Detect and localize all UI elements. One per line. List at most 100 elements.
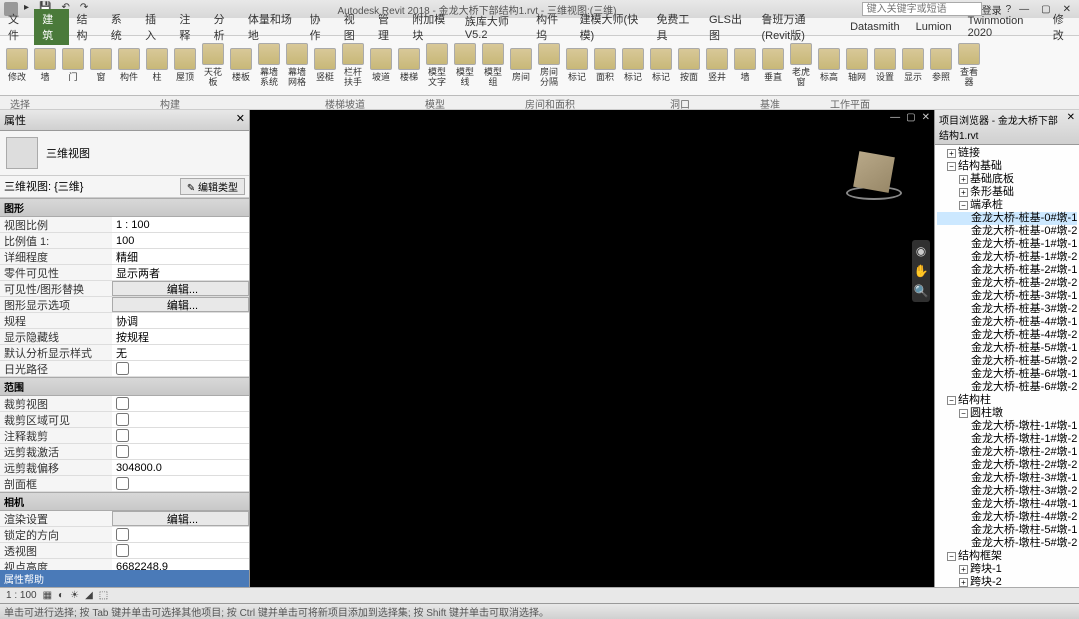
tree-node[interactable]: +链接	[937, 147, 1077, 160]
tree-node[interactable]: 金龙大桥-桩基-3#墩-2	[937, 303, 1077, 316]
prop-value[interactable]: 6682248.9	[112, 559, 249, 570]
view-scale[interactable]: 1 : 100	[6, 590, 37, 601]
prop-checkbox[interactable]	[116, 544, 129, 557]
ribbon-btn-1[interactable]: 墙	[32, 38, 58, 92]
tree-node[interactable]: 金龙大桥-桩基-5#墩-2	[937, 355, 1077, 368]
tree-node[interactable]: +条形基础	[937, 186, 1077, 199]
ribbon-btn-24[interactable]: 按面	[676, 38, 702, 92]
tree-node[interactable]: 金龙大桥-桩基-2#墩-2	[937, 277, 1077, 290]
tree-node[interactable]: 金龙大桥-桩基-1#墩-2	[937, 251, 1077, 264]
shadows-icon[interactable]: ◢	[85, 590, 93, 601]
prop-value[interactable]: 显示两者	[112, 265, 249, 280]
ribbon-btn-20[interactable]: 标记	[564, 38, 590, 92]
prop-value[interactable]	[112, 527, 249, 542]
prop-checkbox[interactable]	[116, 362, 129, 375]
tree-node[interactable]: 金龙大桥-桩基-3#墩-1	[937, 290, 1077, 303]
tab-21[interactable]: 修改	[1045, 9, 1079, 45]
ribbon-btn-26[interactable]: 墙	[732, 38, 758, 92]
tree-node[interactable]: −端承桩	[937, 199, 1077, 212]
ribbon-btn-34[interactable]: 查看器	[956, 38, 982, 92]
ribbon-btn-13[interactable]: 坡道	[368, 38, 394, 92]
tree-node[interactable]: 金龙大桥-桩基-6#墩-2	[937, 381, 1077, 394]
nav-pan-icon[interactable]: ✋	[914, 264, 929, 278]
ribbon-btn-0[interactable]: 修改	[4, 38, 30, 92]
viewcube[interactable]	[844, 150, 904, 210]
tree-node[interactable]: 金龙大桥-桩基-6#墩-1	[937, 368, 1077, 381]
tree-node[interactable]: 金龙大桥-墩柱-5#墩-1	[937, 524, 1077, 537]
tree-node[interactable]: 金龙大桥-墩柱-2#墩-1	[937, 446, 1077, 459]
nav-zoom-icon[interactable]: 🔍	[914, 284, 929, 298]
ribbon-btn-3[interactable]: 窗	[88, 38, 114, 92]
prop-value[interactable]: 编辑...	[112, 281, 249, 296]
tree-node[interactable]: −圆柱墩	[937, 407, 1077, 420]
tree-node[interactable]: −结构柱	[937, 394, 1077, 407]
tree-node[interactable]: +基础底板	[937, 173, 1077, 186]
ribbon-btn-22[interactable]: 标记	[620, 38, 646, 92]
ribbon-btn-27[interactable]: 垂直	[760, 38, 786, 92]
tree-toggle-icon[interactable]: −	[959, 201, 968, 210]
viewport-maximize-icon[interactable]: ▢	[904, 112, 917, 123]
properties-help[interactable]: 属性帮助	[0, 570, 249, 587]
prop-checkbox[interactable]	[116, 429, 129, 442]
prop-value[interactable]	[112, 412, 249, 427]
edit-type-button[interactable]: ✎ 编辑类型	[180, 178, 245, 195]
tree-toggle-icon[interactable]: +	[959, 578, 968, 587]
tree-node[interactable]: −结构框架	[937, 550, 1077, 563]
prop-value[interactable]	[112, 428, 249, 443]
ribbon-btn-25[interactable]: 竖井	[704, 38, 730, 92]
ribbon-btn-6[interactable]: 屋顶	[172, 38, 198, 92]
tree-node[interactable]: 金龙大桥-墩柱-1#墩-2	[937, 433, 1077, 446]
ribbon-btn-23[interactable]: 标记	[648, 38, 674, 92]
prop-value[interactable]	[112, 476, 249, 491]
ribbon-btn-17[interactable]: 模型组	[480, 38, 506, 92]
tree-toggle-icon[interactable]: +	[959, 175, 968, 184]
tree-toggle-icon[interactable]: −	[959, 409, 968, 418]
tree-node[interactable]: −结构基础	[937, 160, 1077, 173]
prop-value[interactable]	[112, 543, 249, 558]
detail-level-icon[interactable]: ▦	[43, 590, 52, 601]
ribbon-btn-16[interactable]: 模型线	[452, 38, 478, 92]
viewport-minimize-icon[interactable]: —	[888, 112, 902, 123]
tree-node[interactable]: 金龙大桥-墩柱-4#墩-1	[937, 498, 1077, 511]
ribbon-btn-14[interactable]: 楼梯	[396, 38, 422, 92]
prop-value[interactable]	[112, 361, 249, 376]
tree-node[interactable]: 金龙大桥-墩柱-3#墩-1	[937, 472, 1077, 485]
viewport-3d[interactable]: — ▢ ✕ ◉ ✋ 🔍	[250, 110, 934, 587]
prop-checkbox[interactable]	[116, 397, 129, 410]
ribbon-btn-31[interactable]: 设置	[872, 38, 898, 92]
ribbon-btn-5[interactable]: 柱	[144, 38, 170, 92]
visual-style-icon[interactable]: ◐	[58, 590, 64, 601]
ribbon-btn-21[interactable]: 面积	[592, 38, 618, 92]
tree-toggle-icon[interactable]: +	[959, 188, 968, 197]
tree-node[interactable]: +跨块-1	[937, 563, 1077, 576]
sun-path-icon[interactable]: ☀	[70, 590, 79, 601]
ribbon-btn-19[interactable]: 房间分隔	[536, 38, 562, 92]
tree-toggle-icon[interactable]: −	[947, 162, 956, 171]
viewcube-cube[interactable]	[853, 151, 895, 193]
tree-node[interactable]: 金龙大桥-墩柱-2#墩-2	[937, 459, 1077, 472]
prop-value[interactable]: 304800.0	[112, 460, 249, 475]
tree-toggle-icon[interactable]: +	[959, 565, 968, 574]
tree-node[interactable]: 金龙大桥-桩基-0#墩-1	[937, 212, 1077, 225]
tree-node[interactable]: 金龙大桥-墩柱-1#墩-1	[937, 420, 1077, 433]
prop-value[interactable]: 按规程	[112, 329, 249, 344]
tree-node[interactable]: 金龙大桥-墩柱-3#墩-2	[937, 485, 1077, 498]
prop-value[interactable]: 1 : 100	[112, 217, 249, 232]
ribbon-btn-4[interactable]: 构件	[116, 38, 142, 92]
prop-checkbox[interactable]	[116, 413, 129, 426]
ribbon-btn-7[interactable]: 天花板	[200, 38, 226, 92]
ribbon-btn-33[interactable]: 参照	[928, 38, 954, 92]
tree-node[interactable]: 金龙大桥-桩基-2#墩-1	[937, 264, 1077, 277]
tree-toggle-icon[interactable]: −	[947, 552, 956, 561]
tree-node[interactable]: 金龙大桥-桩基-5#墩-1	[937, 342, 1077, 355]
prop-value[interactable]: 编辑...	[112, 297, 249, 312]
tab-20[interactable]: Twinmotion 2020	[960, 13, 1045, 41]
instance-selector[interactable]: 三维视图: {三维}	[4, 178, 83, 195]
prop-checkbox[interactable]	[116, 477, 129, 490]
ribbon-btn-29[interactable]: 标高	[816, 38, 842, 92]
crop-icon[interactable]: ⬚	[99, 590, 108, 601]
tree-toggle-icon[interactable]: −	[947, 396, 956, 405]
prop-value[interactable]: 精细	[112, 249, 249, 264]
prop-value[interactable]	[112, 444, 249, 459]
prop-value[interactable]: 协调	[112, 313, 249, 328]
